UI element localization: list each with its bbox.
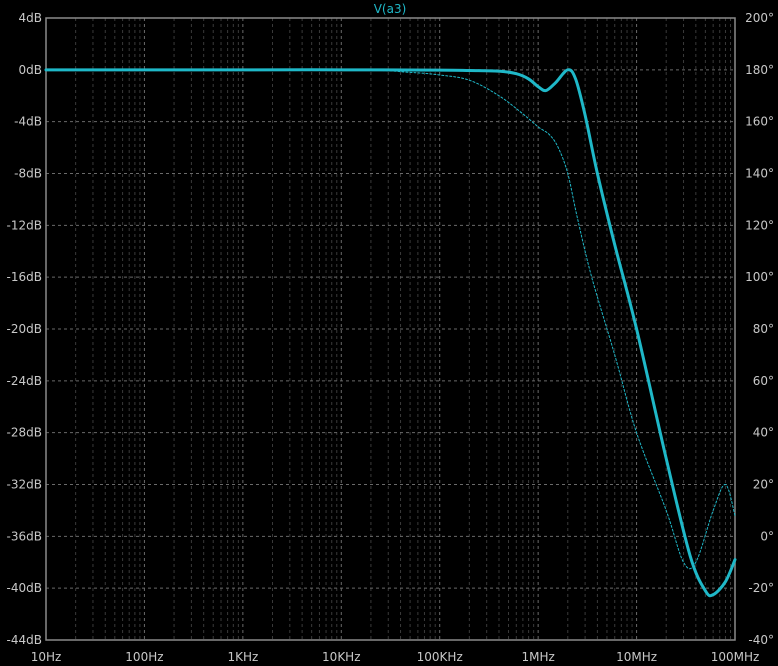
x-tick-label: 100MHz xyxy=(711,650,760,664)
y-right-tick-label: 140° xyxy=(745,167,774,181)
x-tick-label: 1MHz xyxy=(521,650,554,664)
y-right-tick-label: 120° xyxy=(745,218,774,232)
y-right-tick-label: -20° xyxy=(748,581,774,595)
y-right-tick-label: 160° xyxy=(745,115,774,129)
y-left-tick-label: -40dB xyxy=(7,581,42,595)
y-left-tick-label: -20dB xyxy=(7,322,42,336)
x-tick-label: 10KHz xyxy=(322,650,360,664)
y-right-tick-label: 20° xyxy=(753,478,774,492)
y-right-tick-label: 40° xyxy=(753,426,774,440)
y-left-tick-label: 0dB xyxy=(19,63,42,77)
y-right-tick-label: 80° xyxy=(753,322,774,336)
y-left-tick-label: -44dB xyxy=(7,633,42,647)
y-left-tick-label: 4dB xyxy=(19,11,42,25)
y-right-tick-label: 180° xyxy=(745,63,774,77)
x-tick-label: 100Hz xyxy=(125,650,163,664)
x-tick-label: 100KHz xyxy=(417,650,463,664)
y-left-tick-label: -16dB xyxy=(7,270,42,284)
y-left-tick-label: -4dB xyxy=(14,115,42,129)
chart-title: V(a3) xyxy=(374,2,407,16)
y-left-tick-label: -12dB xyxy=(7,218,42,232)
y-left-tick-label: -36dB xyxy=(7,529,42,543)
y-right-tick-label: -40° xyxy=(748,633,774,647)
x-tick-label: 10MHz xyxy=(616,650,657,664)
bode-plot: 10Hz 100Hz 1KHz 10KHz 100KHz 1MHz 10MHz 100MHz 4… xyxy=(7,2,774,664)
y-right-tick-label: 0° xyxy=(760,529,774,543)
y-right-tick-label: 60° xyxy=(753,374,774,388)
y-left-tick-label: -28dB xyxy=(7,426,42,440)
y-left-tick-label: -24dB xyxy=(7,374,42,388)
y-right-tick-label: 200° xyxy=(745,11,774,25)
y-left-tick-label: -8dB xyxy=(14,167,42,181)
y-left-tick-label: -32dB xyxy=(7,478,42,492)
x-tick-label: 10Hz xyxy=(31,650,62,664)
x-tick-label: 1KHz xyxy=(227,650,258,664)
y-right-tick-label: 100° xyxy=(745,270,774,284)
